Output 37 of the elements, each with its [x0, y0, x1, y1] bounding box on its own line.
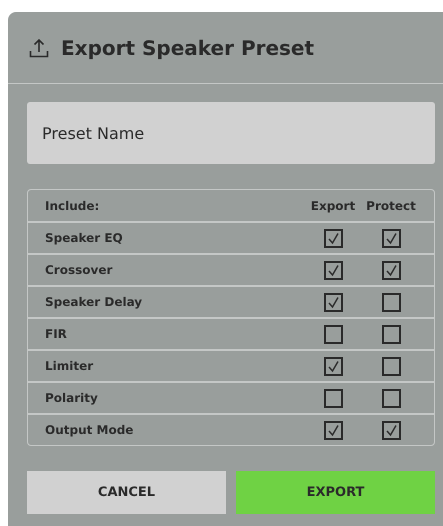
checkbox[interactable]: [324, 228, 342, 248]
checkbox[interactable]: [324, 260, 342, 280]
checkbox[interactable]: [382, 324, 400, 344]
checkbox[interactable]: [382, 420, 400, 440]
column-header: Protect: [365, 198, 417, 214]
checkmark-icon: [384, 232, 398, 244]
row-label: Speaker EQ: [45, 230, 124, 247]
row-label: FIR: [45, 326, 68, 343]
checkbox[interactable]: [382, 356, 400, 376]
checkbox[interactable]: [324, 388, 342, 408]
checkbox[interactable]: [324, 420, 342, 440]
checkmark-icon: [326, 296, 340, 308]
row-label: Polarity: [45, 390, 99, 407]
checkmark-icon: [326, 232, 340, 244]
checkmark-icon: [326, 264, 340, 276]
row-label: Speaker Delay: [45, 294, 144, 311]
row-label: Limiter: [45, 358, 94, 375]
row-label: Output Mode: [45, 422, 134, 439]
checkbox[interactable]: [382, 388, 400, 408]
row-label: Crossover: [45, 262, 114, 279]
column-header: Include:: [45, 198, 100, 214]
checkmark-icon: [384, 424, 398, 436]
dialog-title: Export Speaker Preset: [61, 34, 314, 62]
export-button[interactable]: EXPORT: [236, 471, 435, 514]
preset-name-field[interactable]: Preset Name: [27, 102, 435, 164]
checkbox[interactable]: [382, 228, 400, 248]
checkmark-icon: [326, 424, 340, 436]
cancel-button[interactable]: CANCEL: [27, 471, 226, 514]
checkmark-icon: [384, 264, 398, 276]
checkbox[interactable]: [324, 324, 342, 344]
checkmark-icon: [326, 360, 340, 372]
checkbox[interactable]: [324, 292, 342, 312]
checkbox[interactable]: [382, 260, 400, 280]
checkbox[interactable]: [324, 356, 342, 376]
checkbox[interactable]: [382, 292, 400, 312]
upload-icon: [29, 38, 49, 58]
column-header: Export: [310, 198, 356, 214]
